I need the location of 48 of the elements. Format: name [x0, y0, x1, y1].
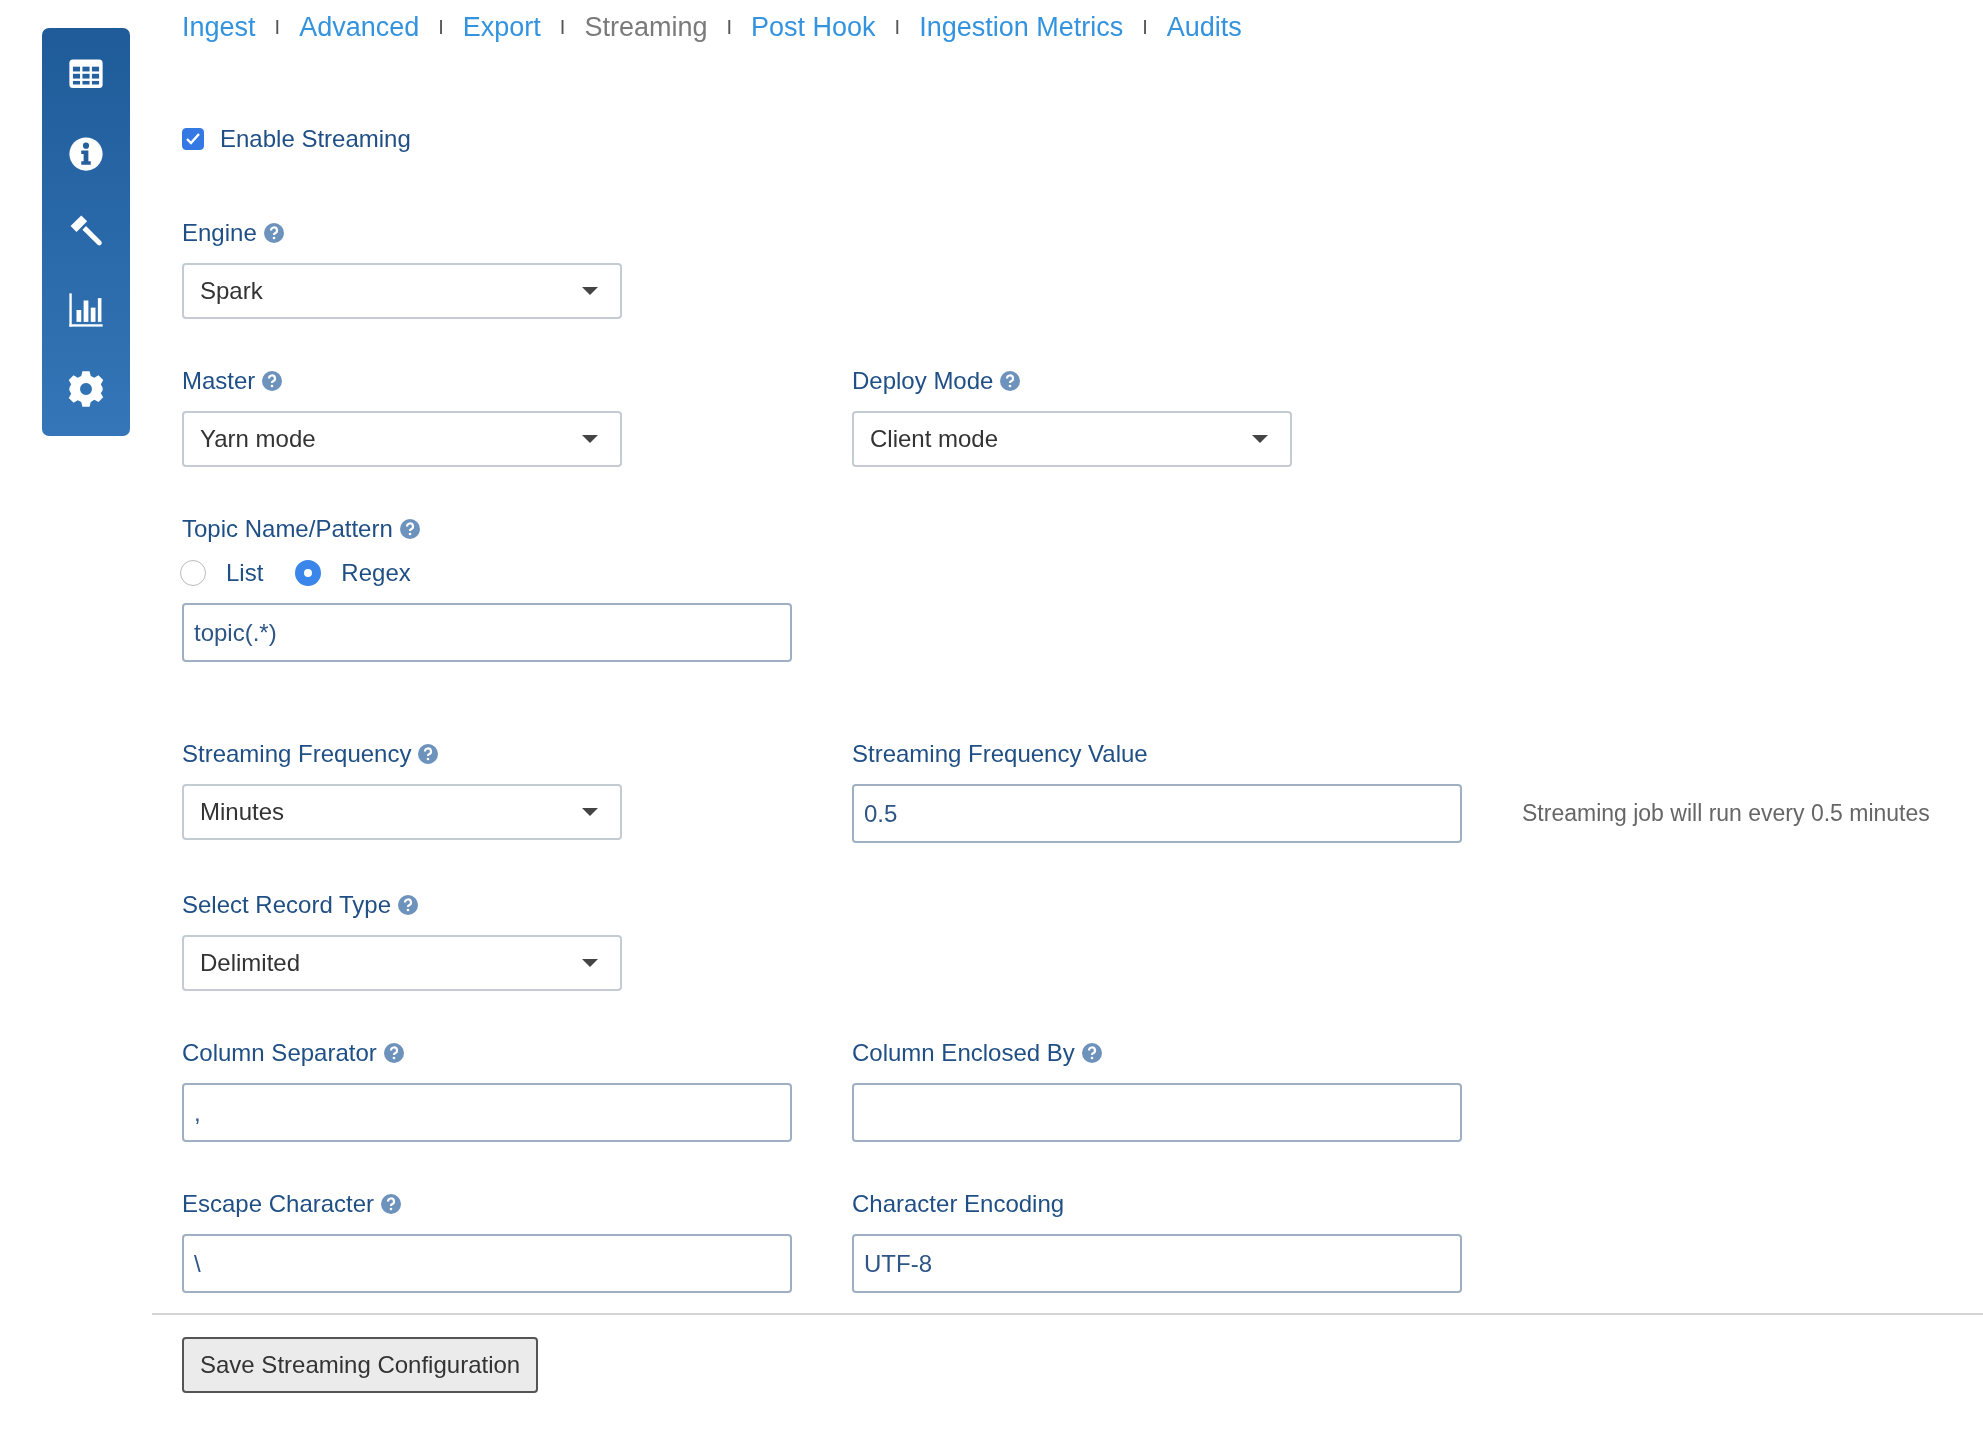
- bar-chart-icon[interactable]: [67, 291, 105, 330]
- help-icon[interactable]: [418, 744, 439, 764]
- help-icon[interactable]: [398, 895, 418, 915]
- field-label: Topic Name/Pattern: [182, 515, 393, 543]
- field-label: Character Encoding: [852, 1190, 1065, 1218]
- field-label: Master: [182, 367, 256, 395]
- tab[interactable]: Streaming: [584, 11, 708, 43]
- input-field[interactable]: 0.5: [852, 784, 1462, 843]
- hint-text: Streaming job will run every 0.5 minutes: [1522, 800, 1930, 827]
- tab-separator: I: [726, 15, 732, 39]
- field-label: Column Enclosed By: [852, 1039, 1075, 1067]
- tab-separator: I: [894, 15, 901, 39]
- tab-separator: I: [559, 15, 566, 39]
- help-icon[interactable]: [263, 223, 284, 243]
- radio-label: Regex: [341, 559, 411, 587]
- checkbox-label: Enable Streaming: [220, 125, 411, 153]
- field-label: Engine: [182, 219, 257, 247]
- field-label: Streaming Frequency: [182, 740, 412, 768]
- settings-icon[interactable]: [67, 369, 105, 408]
- input-field[interactable]: ,: [182, 1083, 792, 1142]
- help-icon[interactable]: [1000, 371, 1021, 391]
- tab-separator: I: [274, 15, 281, 39]
- field-label: Streaming Frequency Value: [852, 740, 1148, 768]
- help-icon[interactable]: [381, 1194, 402, 1214]
- dropdown[interactable]: Spark: [182, 263, 622, 319]
- input-field[interactable]: topic(.*): [182, 603, 792, 662]
- tab-separator: I: [1142, 15, 1148, 39]
- field-label: Deploy Mode: [852, 367, 994, 395]
- field-label: Escape Character: [182, 1190, 375, 1218]
- dropdown[interactable]: Client mode: [852, 411, 1292, 467]
- field-label: Select Record Type: [182, 891, 391, 919]
- field-label: Column Separator: [182, 1039, 377, 1067]
- help-icon[interactable]: [262, 371, 283, 391]
- help-icon[interactable]: [1081, 1043, 1102, 1063]
- input-field[interactable]: UTF-8: [852, 1234, 1462, 1293]
- radio-label: List: [226, 559, 264, 587]
- dropdown[interactable]: Minutes: [182, 784, 622, 840]
- input-field[interactable]: \: [182, 1234, 792, 1293]
- checkbox[interactable]: [182, 128, 204, 150]
- save-button[interactable]: Save Streaming Configuration: [182, 1337, 539, 1393]
- tab-separator: I: [438, 15, 444, 39]
- radio-button[interactable]: [295, 560, 322, 586]
- dropdown[interactable]: Yarn mode: [182, 411, 622, 467]
- help-icon[interactable]: [383, 1043, 404, 1063]
- input-field[interactable]: [852, 1083, 1462, 1142]
- info-icon[interactable]: [67, 134, 105, 173]
- dropdown[interactable]: Delimited: [182, 935, 622, 991]
- help-icon[interactable]: [399, 519, 420, 539]
